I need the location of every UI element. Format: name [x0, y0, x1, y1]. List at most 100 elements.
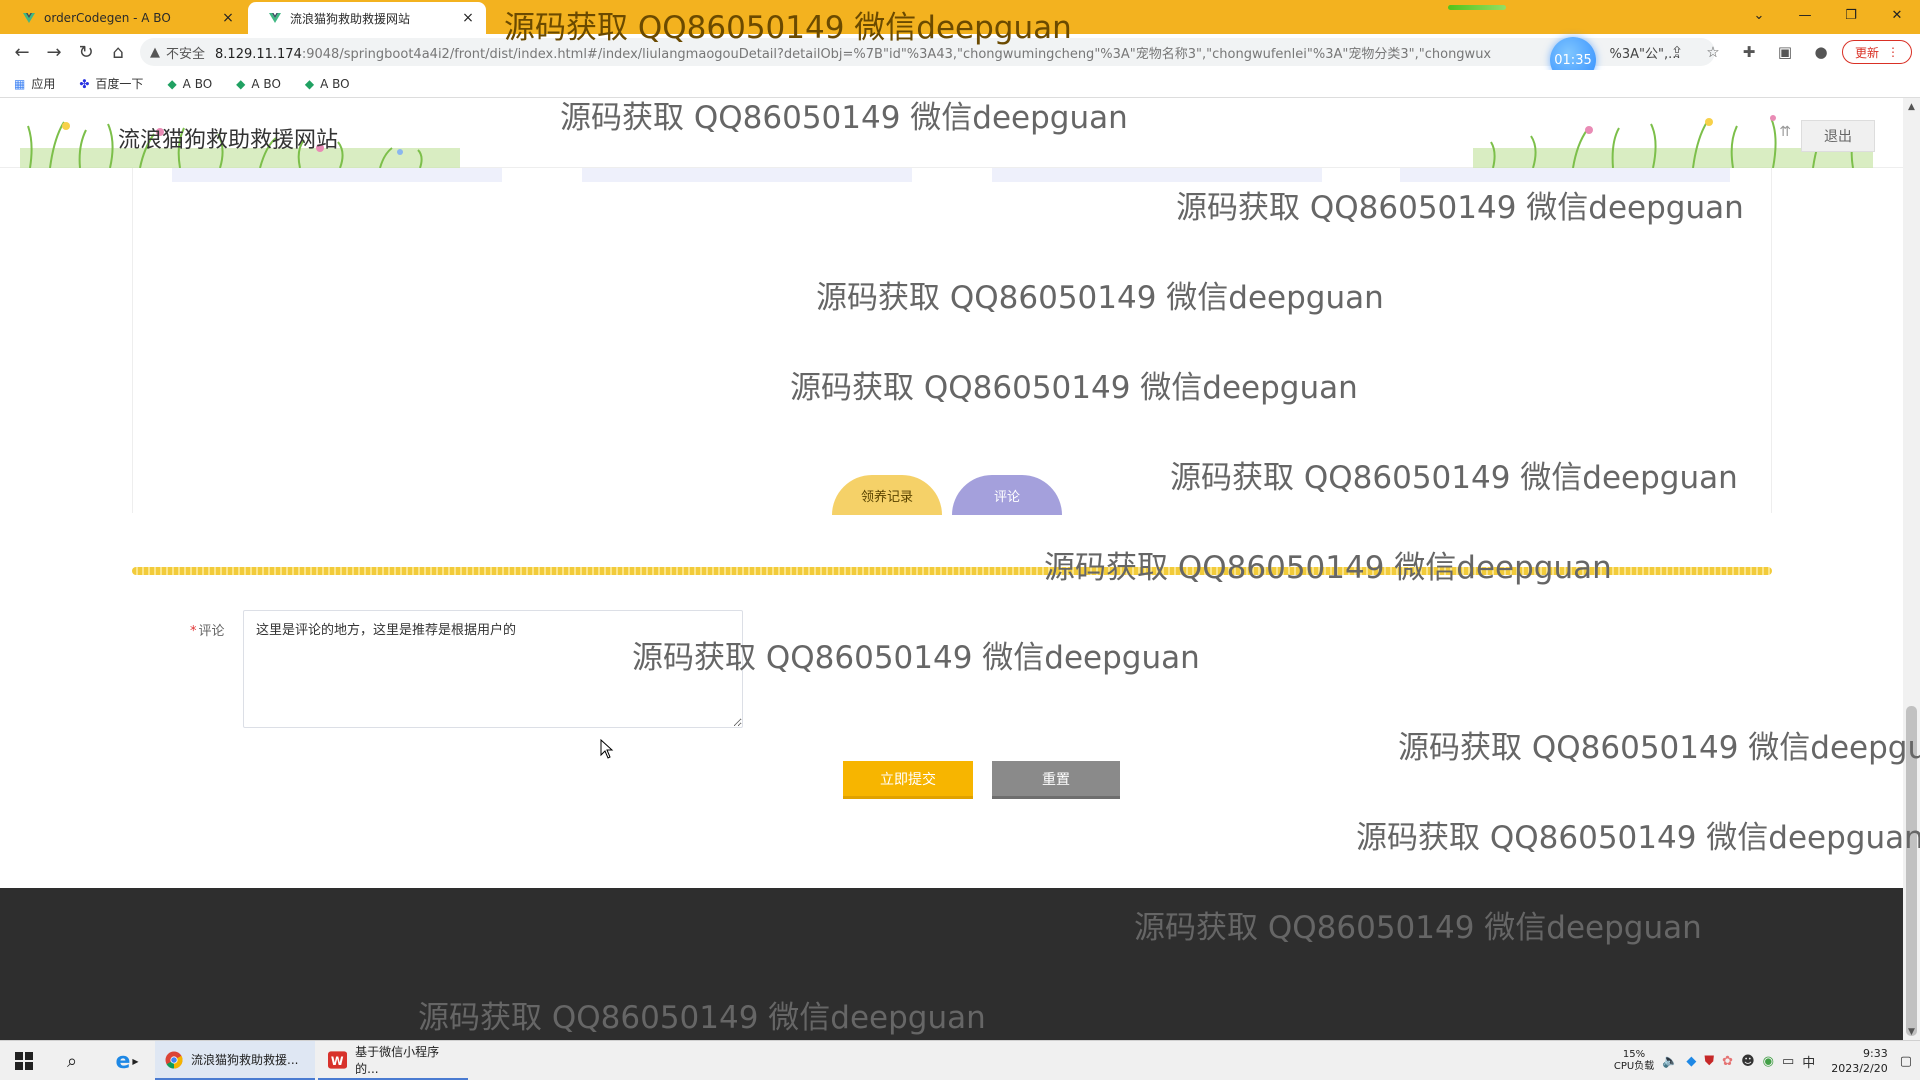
scrollbar-thumb[interactable] — [1906, 706, 1917, 1036]
taskbar-app-label: 基于微信小程序的... — [355, 1044, 440, 1076]
bookmark-label: 应用 — [31, 77, 56, 91]
bookmark-apps[interactable]: ▦ 应用 — [14, 75, 55, 92]
home-icon[interactable]: ⌂ — [102, 37, 134, 67]
warning-icon[interactable]: ▲ — [150, 45, 160, 60]
browser-tab-title: orderCodegen - A BO — [44, 11, 171, 25]
submit-button[interactable]: 立即提交 — [843, 761, 973, 799]
back-icon[interactable]: ← — [6, 37, 38, 67]
tab-adoption-records[interactable]: 领养记录 — [832, 475, 942, 515]
share-icon[interactable]: ⇪ — [1662, 37, 1692, 67]
cpu-percent: 15% — [1622, 1049, 1646, 1060]
close-tab-icon[interactable]: × — [460, 10, 476, 26]
forward-icon[interactable]: → — [38, 37, 70, 67]
url-text: 8.129.11.174:9048/springboot4a4i2/front/… — [215, 43, 1491, 62]
tab-search-icon[interactable]: ⌄ — [1736, 0, 1782, 30]
more-menu-icon: ⋮ — [1887, 45, 1899, 59]
screen: orderCodegen - A BO × 流浪猫狗救助救援网站 × ⌄ — ❐… — [0, 0, 1920, 1080]
tray-app-icon[interactable]: ◆ — [1686, 1054, 1696, 1069]
tab-comments[interactable]: 评论 — [952, 475, 1062, 515]
loading-indicator — [1448, 5, 1506, 10]
ime-indicator[interactable]: 中 — [1802, 1052, 1815, 1071]
scroll-down-icon[interactable]: ▼ — [1903, 1023, 1920, 1040]
security-shield-icon[interactable]: ⛊ — [1704, 1054, 1714, 1069]
clock-time: 9:33 — [1863, 1047, 1888, 1060]
detail-tabs: 领养记录 评论 — [832, 475, 1062, 515]
svg-text:W: W — [331, 1053, 344, 1067]
taskbar-app-chrome[interactable]: 流浪猫狗救助救援... — [155, 1041, 315, 1080]
cpu-label: CPU负载 — [1613, 1061, 1655, 1072]
browser-tabstrip: orderCodegen - A BO × 流浪猫狗救助救援网站 × ⌄ — ❐… — [0, 0, 1920, 34]
extensions-icon[interactable]: ✚ — [1734, 37, 1764, 67]
section-divider — [132, 567, 1772, 575]
leaf-icon: ◆ — [236, 76, 246, 91]
start-button[interactable] — [0, 1041, 48, 1080]
side-panel-icon[interactable]: ▣ — [1770, 37, 1800, 67]
restore-icon[interactable]: ❐ — [1828, 0, 1874, 30]
bookmarks-bar: ▦ 应用 ✤ 百度一下 ◆ A BO ◆ A BO ◆ A BO — [0, 70, 1920, 98]
browser-toolbar: ← → ↻ ⌂ ▲ 不安全 8.129.11.174:9048/springbo… — [0, 34, 1920, 70]
leaf-icon: ◆ — [167, 76, 177, 91]
scroll-top-icon[interactable]: ⇈ — [1779, 124, 1791, 140]
update-button[interactable]: 更新 ⋮ — [1841, 40, 1912, 64]
logout-button[interactable]: 退出 — [1801, 120, 1875, 152]
taskbar-app-label: 流浪猫狗救助救援... — [191, 1053, 299, 1067]
system-clock[interactable]: 9:33 2023/2/20 — [1831, 1046, 1887, 1076]
browser-tab-rescue-site[interactable]: 流浪猫狗救助救援网站 × — [248, 2, 486, 34]
detail-content-panel — [132, 168, 1772, 513]
window-controls: ⌄ — ❐ ✕ — [1736, 0, 1920, 30]
bookmark-star-icon[interactable]: ☆ — [1698, 37, 1728, 67]
site-header: 流浪猫狗救助救援网站 ⇈ 退出 — [0, 98, 1903, 168]
bookmark-label: A BO — [251, 76, 281, 91]
windows-logo-icon — [15, 1052, 33, 1070]
network-icon[interactable]: ▭ — [1782, 1054, 1794, 1069]
cpu-meter: 15% CPU负载 — [1614, 1049, 1654, 1073]
minimize-icon[interactable]: — — [1782, 0, 1828, 30]
windows-taskbar: ⌕ e ▶ 流浪猫狗救助救援... W 基于微信小程序的... 15% CPU负载 … — [0, 1040, 1920, 1080]
mouse-cursor-icon — [600, 739, 614, 759]
bookmark-label: 百度一下 — [95, 77, 144, 91]
required-mark: * — [190, 624, 197, 639]
url-host: 8.129.11.174 — [215, 46, 302, 62]
comment-textarea[interactable]: 这里是评论的地方，这里是推荐是根据用户的 — [243, 610, 743, 728]
comment-field-label: * 评论 — [190, 620, 225, 639]
reload-icon[interactable]: ↻ — [70, 37, 102, 67]
volume-icon[interactable]: 🔈 — [1662, 1054, 1678, 1069]
insecure-label: 不安全 — [166, 46, 206, 62]
clock-date: 2023/2/20 — [1831, 1062, 1888, 1075]
update-label: 更新 — [1854, 45, 1879, 60]
apps-grid-icon: ▦ — [14, 76, 26, 91]
search-icon[interactable]: ⌕ — [52, 1041, 92, 1080]
bookmark-abo-1[interactable]: ◆ A BO — [167, 77, 212, 91]
bookmark-label: A BO — [182, 76, 213, 91]
browser-tab-ordercodegen[interactable]: orderCodegen - A BO × — [2, 2, 246, 34]
bookmark-baidu[interactable]: ✤ 百度一下 — [79, 75, 143, 92]
url-path: :9048/springboot4a4i2/front/dist/index.h… — [301, 46, 1492, 62]
system-tray: 15% CPU负载 🔈 ◆ ⛊ ✿ ☻ ◉ ▭ 中 9:33 2023/2/20 ▢ — [1614, 1041, 1920, 1080]
taskbar-app-wps[interactable]: W 基于微信小程序的... — [318, 1041, 468, 1080]
bookmark-abo-3[interactable]: ◆ A BO — [305, 77, 350, 91]
reset-button[interactable]: 重置 — [992, 761, 1120, 799]
close-window-icon[interactable]: ✕ — [1874, 0, 1920, 30]
wps-icon: W — [328, 1050, 348, 1069]
url-tail: %3A"公",... — [1609, 37, 1680, 67]
address-bar[interactable]: ▲ 不安全 8.129.11.174:9048/springboot4a4i2/… — [140, 38, 1715, 66]
bookmark-abo-2[interactable]: ◆ A BO — [236, 77, 281, 91]
toolbar-actions: %3A"公",... ⇪ ☆ ✚ ▣ ● 更新 ⋮ — [1609, 37, 1912, 67]
site-footer — [0, 888, 1903, 1040]
profile-icon[interactable]: ● — [1806, 37, 1836, 67]
close-tab-icon[interactable]: × — [220, 10, 236, 26]
comment-label-text: 评论 — [198, 624, 225, 639]
page-scrollbar[interactable]: ▲ ▼ — [1903, 98, 1920, 1040]
qq-icon[interactable]: ☻ — [1741, 1054, 1755, 1069]
bookmark-label: A BO — [320, 76, 350, 91]
tray-app-icon[interactable]: ✿ — [1722, 1054, 1733, 1069]
chrome-icon — [165, 1051, 183, 1068]
ie-icon[interactable]: e ▶ — [102, 1041, 152, 1080]
web-page: 流浪猫狗救助救援网站 ⇈ 退出 领养记录 评论 * 评论 这里是评论的地方，这里是… — [0, 98, 1903, 1040]
site-title: 流浪猫狗救助救援网站 — [118, 128, 339, 153]
vue-favicon-icon — [268, 11, 282, 25]
notification-icon[interactable]: ▢ — [1900, 1054, 1912, 1069]
scroll-up-icon[interactable]: ▲ — [1903, 98, 1920, 115]
leaf-icon: ◆ — [304, 76, 315, 91]
wechat-icon[interactable]: ◉ — [1763, 1054, 1774, 1069]
